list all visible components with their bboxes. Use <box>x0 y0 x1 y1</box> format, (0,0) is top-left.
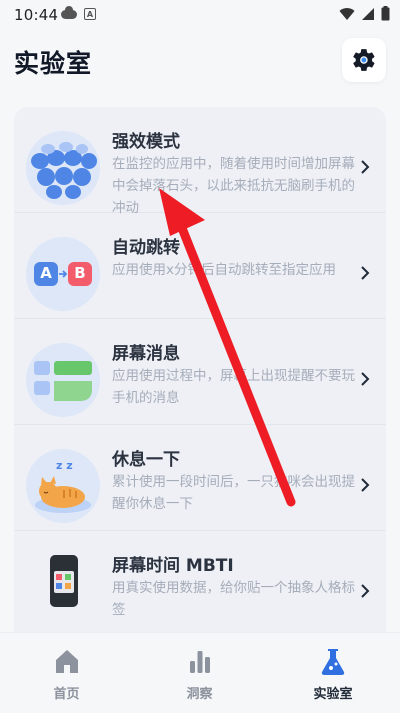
status-time: 10:44 <box>14 6 59 24</box>
item-description: 在监控的应用中，随着使用时间增加屏幕中会掉落石头，以此来抵抗无脑刷手机的冲动 <box>112 156 355 216</box>
list-item-strong-mode[interactable]: 强效模式 在监控的应用中，随着使用时间增加屏幕中会掉落石头，以此来抵抗无脑刷手机… <box>14 107 386 216</box>
flask-icon <box>321 649 345 675</box>
phone-thumbnail <box>50 555 78 607</box>
nav-label: 洞察 <box>186 687 213 702</box>
chevron-right-icon <box>361 160 370 174</box>
item-description: 用真实使用数据，给你贴一个抽象人格标签 <box>112 580 355 618</box>
list-item-screen-message[interactable]: 屏幕消息 应用使用过程中，屏幕上出现提醒不要玩手机的消息 <box>14 319 386 425</box>
item-description: 应用使用x分钟后自动跳转至指定应用 <box>112 262 336 278</box>
chevron-right-icon <box>361 478 370 492</box>
page-title: 实验室 <box>14 49 93 78</box>
list-item-auto-jump[interactable]: A B 自动跳转 应用使用x分钟后自动跳转至指定应用 <box>14 213 386 319</box>
battery-icon <box>381 6 390 21</box>
thumb-label-b: B <box>74 264 86 282</box>
list-item-take-a-break[interactable]: z z 休息一下 累计使用一段时间后，一只猫咪会出现提醒你休息一下 <box>14 425 386 531</box>
gear-icon <box>353 49 375 71</box>
item-description: 应用使用过程中，屏幕上出现提醒不要玩手机的消息 <box>112 368 355 406</box>
item-title: 休息一下 <box>112 450 180 470</box>
cloud-icon <box>61 6 77 19</box>
home-icon <box>55 650 78 673</box>
nav-label: 首页 <box>53 687 80 702</box>
item-title: 自动跳转 <box>112 238 180 258</box>
thumb-zz-text: z z <box>56 459 73 472</box>
settings-button[interactable] <box>342 38 386 82</box>
list-item-screen-time-mbti[interactable]: 屏幕时间 MBTI 用真实使用数据，给你贴一个抽象人格标签 <box>14 531 386 637</box>
item-title: 屏幕时间 MBTI <box>112 556 234 576</box>
chevron-right-icon <box>361 266 370 280</box>
signal-icon <box>362 7 374 20</box>
item-description: 累计使用一段时间后，一只猫咪会出现提醒你休息一下 <box>112 474 355 512</box>
nav-label: 实验室 <box>313 687 353 702</box>
sleeping-cat-thumbnail: z z <box>26 449 100 523</box>
item-title: 屏幕消息 <box>112 344 180 364</box>
wifi-icon <box>339 7 355 20</box>
app-a-icon: A <box>84 8 96 20</box>
auto-jump-thumbnail: A B <box>26 237 100 311</box>
screen-message-thumbnail <box>26 343 100 417</box>
status-icons <box>339 6 390 21</box>
bar-chart-icon <box>189 651 210 673</box>
status-bar: 10:44 A <box>0 0 400 30</box>
chevron-right-icon <box>361 372 370 386</box>
nav-home[interactable]: 首页 <box>0 633 133 713</box>
thumb-label-a: A <box>40 264 52 282</box>
nav-lab[interactable]: 实验室 <box>266 633 400 713</box>
item-title: 强效模式 <box>112 132 180 152</box>
chevron-right-icon <box>361 584 370 598</box>
stones-thumbnail <box>26 131 100 205</box>
bottom-navigation: 首页 洞察 实验室 <box>0 632 400 713</box>
nav-insights[interactable]: 洞察 <box>133 633 266 713</box>
feature-list: 强效模式 在监控的应用中，随着使用时间增加屏幕中会掉落石头，以此来抵抗无脑刷手机… <box>14 107 386 647</box>
